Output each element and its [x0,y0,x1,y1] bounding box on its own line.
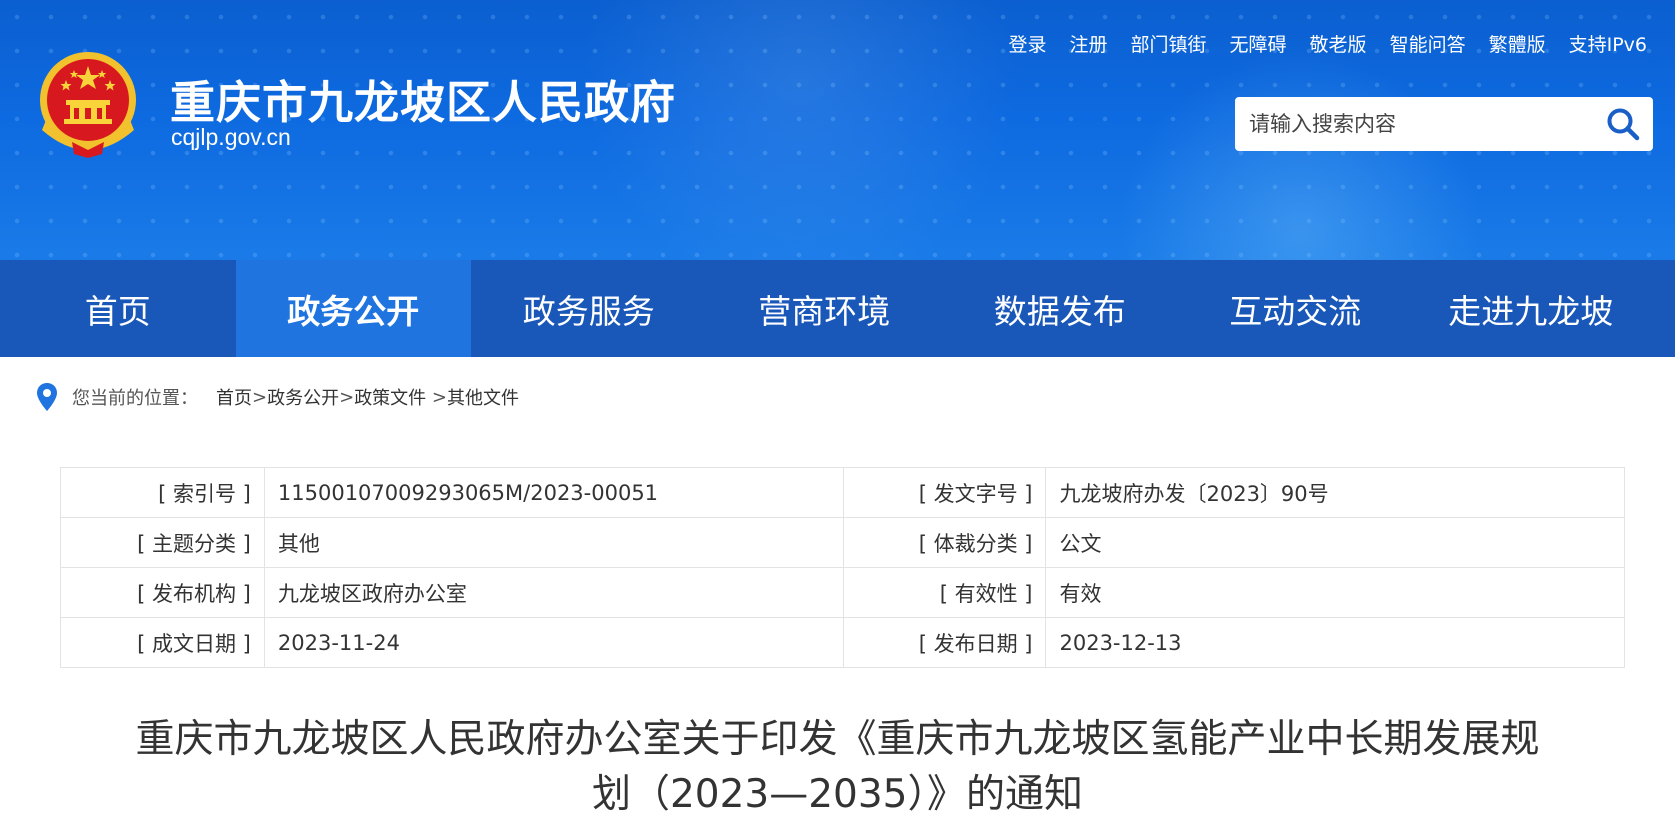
breadcrumb-separator: > [252,386,268,408]
nav-item-services[interactable]: 政务服务 [471,260,707,357]
validity-label: [ 有效性 ] [842,567,1047,618]
issuing-agency-value: 九龙坡区政府办公室 [263,567,844,618]
breadcrumb-policy-documents[interactable]: 政策文件 [354,384,426,410]
search-icon[interactable] [1605,106,1641,142]
nav-item-home[interactable]: 首页 [0,260,236,357]
index-number-value: 11500107009293065M/2023-00051 [263,467,844,518]
breadcrumb-prefix: 您当前的位置： [72,388,198,409]
document-number-label: [ 发文字号 ] [842,467,1047,518]
breadcrumb-separator: > [426,386,447,408]
nav-item-data-release[interactable]: 数据发布 [942,260,1178,357]
search-box [1235,97,1653,151]
table-row: [ 发布机构 ] 九龙坡区政府办公室 [ 有效性 ] 有效 [60,567,1625,618]
document-title-line-2: 划（2023—2035）》的通知 [591,772,1083,817]
topic-category-label: [ 主题分类 ] [60,517,265,568]
breadcrumb-government-affairs[interactable]: 政务公开 [267,384,339,410]
table-row: [ 主题分类 ] 其他 [ 体裁分类 ] 公文 [60,517,1625,568]
document-metadata-table: [ 索引号 ] 11500107009293065M/2023-00051 [ … [60,467,1625,668]
topic-category-value: 其他 [263,517,844,568]
nav-item-interaction[interactable]: 互动交流 [1178,260,1414,357]
issuing-agency-label: [ 发布机构 ] [60,567,265,618]
search-input[interactable] [1235,97,1595,151]
genre-category-label: [ 体裁分类 ] [842,517,1047,568]
top-links: 登录 注册 部门镇街 无障碍 敬老版 智能问答 繁體版 支持IPv6 [1008,30,1647,57]
site-header: 重庆市九龙坡区人民政府 cqjlp.gov.cn 登录 注册 部门镇街 无障碍 … [0,0,1675,260]
login-link[interactable]: 登录 [1008,30,1046,57]
main-nav: 首页 政务公开 政务服务 营商环境 数据发布 互动交流 走进九龙坡 [0,260,1675,357]
accessibility-link[interactable]: 无障碍 [1230,30,1287,57]
breadcrumb-separator: > [339,386,355,408]
written-date-label: [ 成文日期 ] [60,617,265,668]
traditional-chinese-link[interactable]: 繁體版 [1489,30,1546,57]
nav-item-business-environment[interactable]: 营商环境 [707,260,943,357]
departments-link[interactable]: 部门镇街 [1131,30,1207,57]
index-number-label: [ 索引号 ] [60,467,265,518]
validity-value: 有效 [1045,567,1625,618]
national-emblem-icon[interactable] [36,50,140,160]
publish-date-label: [ 发布日期 ] [842,617,1047,668]
breadcrumb-other-documents[interactable]: 其他文件 [447,384,519,410]
document-title: 重庆市九龙坡区人民政府办公室关于印发《重庆市九龙坡区氢能产业中长期发展规 划（2… [90,712,1585,822]
nav-item-government-affairs[interactable]: 政务公开 [235,260,471,357]
site-domain: cqjlp.gov.cn [171,124,291,150]
location-pin-icon [37,383,57,411]
ipv6-link[interactable]: 支持IPv6 [1569,30,1647,57]
breadcrumb-home[interactable]: 首页 [216,384,252,410]
written-date-value: 2023-11-24 [263,617,844,668]
document-title-line-1: 重庆市九龙坡区人民政府办公室关于印发《重庆市九龙坡区氢能产业中长期发展规 [135,717,1540,762]
register-link[interactable]: 注册 [1070,30,1108,57]
document-number-value: 九龙坡府办发〔2023〕90号 [1045,467,1625,518]
elderly-mode-link[interactable]: 敬老版 [1310,30,1367,57]
nav-item-about-jiulongpo[interactable]: 走进九龙坡 [1413,260,1649,357]
publish-date-value: 2023-12-13 [1045,617,1625,668]
table-row: [ 索引号 ] 11500107009293065M/2023-00051 [ … [60,467,1625,518]
smart-qa-link[interactable]: 智能问答 [1390,30,1466,57]
table-row: [ 成文日期 ] 2023-11-24 [ 发布日期 ] 2023-12-13 [60,617,1625,668]
site-title[interactable]: 重庆市九龙坡区人民政府 [170,66,676,131]
genre-category-value: 公文 [1045,517,1625,568]
breadcrumb: 您当前的位置： 首页 > 政务公开 > 政策文件 > 其他文件 [36,381,519,413]
